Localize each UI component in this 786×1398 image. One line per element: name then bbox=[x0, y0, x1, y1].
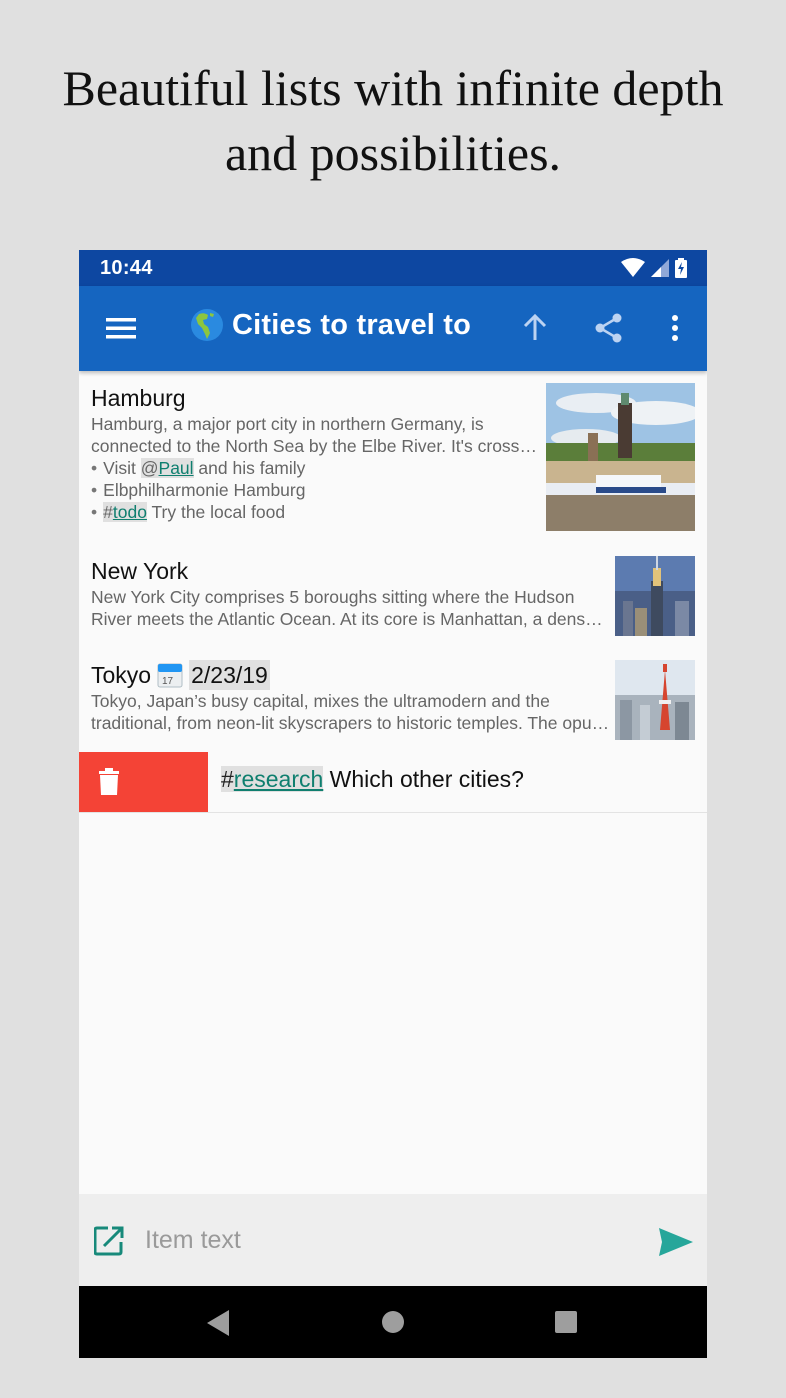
share-icon bbox=[595, 313, 622, 343]
send-button[interactable] bbox=[659, 1228, 693, 1256]
mention-symbol: @ bbox=[140, 458, 159, 478]
list-item-text: New York New York City comprises 5 borou… bbox=[91, 556, 611, 630]
status-bar: 10:44 bbox=[79, 250, 707, 286]
nav-home-button[interactable] bbox=[381, 1310, 405, 1339]
trash-icon bbox=[99, 768, 119, 795]
list-item-text: Tokyo 17 2/23/19 Tokyo, Japan’s busy cap… bbox=[91, 660, 611, 734]
svg-text:17: 17 bbox=[162, 676, 174, 687]
due-date-badge[interactable]: 2/23/19 bbox=[189, 660, 270, 690]
battery-charging-icon bbox=[675, 258, 687, 278]
mention-tag[interactable]: @Paul bbox=[140, 458, 194, 478]
list-item-title: Tokyo bbox=[91, 662, 152, 688]
promo-line-2: and possibilities. bbox=[224, 125, 562, 181]
sub-item-text: Elbphilharmonie Hamburg bbox=[103, 480, 306, 500]
status-time: 10:44 bbox=[100, 256, 153, 279]
open-external-button[interactable] bbox=[93, 1226, 124, 1256]
sub-item-text: Try the local food bbox=[146, 502, 286, 522]
new-item-bar bbox=[79, 1194, 707, 1286]
swiped-item-text: #research Which other cities? bbox=[221, 766, 524, 793]
status-icons bbox=[621, 258, 687, 278]
promo-headline: Beautiful lists with infinite depth and … bbox=[0, 56, 786, 186]
send-icon bbox=[659, 1228, 693, 1256]
more-vert-icon bbox=[672, 315, 678, 341]
list-item[interactable]: Tokyo 17 2/23/19 Tokyo, Japan’s busy cap… bbox=[79, 648, 707, 752]
nav-back-button[interactable] bbox=[205, 1310, 229, 1341]
item-list: Hamburg Hamburg, a major port city in no… bbox=[79, 371, 707, 813]
hamburg-harbor-thumbnail[interactable] bbox=[546, 383, 695, 531]
wifi-icon bbox=[621, 258, 645, 277]
menu-button[interactable] bbox=[105, 315, 137, 341]
list-item-description: New York City comprises 5 boroughs sitti… bbox=[91, 587, 575, 607]
system-nav-bar bbox=[79, 1286, 707, 1358]
back-triangle-icon bbox=[207, 1310, 229, 1336]
item-text-input[interactable] bbox=[145, 1218, 625, 1262]
list-item-description: Tokyo, Japan’s busy capital, mixes the u… bbox=[91, 691, 550, 711]
sub-item-text: and his family bbox=[193, 458, 306, 478]
arrow-up-icon bbox=[523, 313, 547, 340]
list-item[interactable]: Hamburg Hamburg, a major port city in no… bbox=[79, 371, 707, 544]
list-item-description: Hamburg, a major port city in northern G… bbox=[91, 414, 484, 434]
sub-item-text: Visit bbox=[103, 458, 141, 478]
sub-item: #todo Try the local food bbox=[91, 501, 546, 523]
new-york-skyline-thumbnail[interactable] bbox=[615, 556, 695, 636]
recents-square-icon bbox=[555, 1311, 577, 1333]
sub-item: Visit @Paul and his family bbox=[91, 457, 546, 479]
hashtag[interactable]: #todo bbox=[103, 502, 147, 522]
list-item-title: Hamburg bbox=[91, 385, 186, 411]
menu-icon bbox=[106, 318, 136, 339]
phone-screen: 10:44 Cities to travel to Hamburg Hambur… bbox=[79, 250, 707, 1358]
share-button[interactable] bbox=[593, 312, 625, 344]
sub-item: Elbphilharmonie Hamburg bbox=[91, 479, 546, 501]
app-bar: Cities to travel to bbox=[79, 286, 707, 371]
calendar-icon: 17 bbox=[157, 663, 183, 688]
sub-item-list: Visit @Paul and his family Elbphilharmon… bbox=[91, 457, 546, 523]
cell-signal-icon bbox=[651, 259, 669, 277]
list-item-description: traditional, from neon-lit skyscrapers t… bbox=[91, 713, 611, 733]
swipe-delete-action[interactable] bbox=[79, 752, 208, 812]
app-title-group: Cities to travel to bbox=[190, 308, 471, 342]
list-item[interactable]: New York New York City comprises 5 borou… bbox=[79, 544, 707, 648]
promo-line-1: Beautiful lists with infinite depth bbox=[62, 60, 724, 116]
globe-americas-icon bbox=[191, 309, 223, 341]
app-title: Cities to travel to bbox=[232, 308, 472, 341]
hashtag[interactable]: #research bbox=[221, 766, 324, 792]
more-options-button[interactable] bbox=[659, 312, 691, 344]
hashtag-link[interactable]: research bbox=[234, 766, 323, 792]
home-circle-icon bbox=[382, 1311, 404, 1333]
hashtag-symbol: # bbox=[103, 502, 113, 522]
nav-recents-button[interactable] bbox=[554, 1310, 578, 1339]
swiped-list-item[interactable]: #research Which other cities? bbox=[79, 752, 707, 813]
list-item-title-row: Tokyo 17 2/23/19 bbox=[91, 660, 611, 690]
mention-link[interactable]: Paul bbox=[159, 458, 194, 478]
navigate-up-button[interactable] bbox=[519, 312, 551, 344]
item-text: Which other cities? bbox=[323, 766, 524, 792]
list-item-text: Hamburg Hamburg, a major port city in no… bbox=[91, 383, 546, 523]
open-in-new-icon bbox=[93, 1226, 124, 1256]
list-item-description: connected to the North Sea by the Elbe R… bbox=[91, 436, 546, 456]
list-item-description: River meets the Atlantic Ocean. At its c… bbox=[91, 609, 611, 629]
hashtag-link[interactable]: todo bbox=[113, 502, 147, 522]
list-item-title: New York bbox=[91, 558, 189, 584]
hashtag-symbol: # bbox=[221, 766, 234, 792]
tokyo-tower-thumbnail[interactable] bbox=[615, 660, 695, 740]
